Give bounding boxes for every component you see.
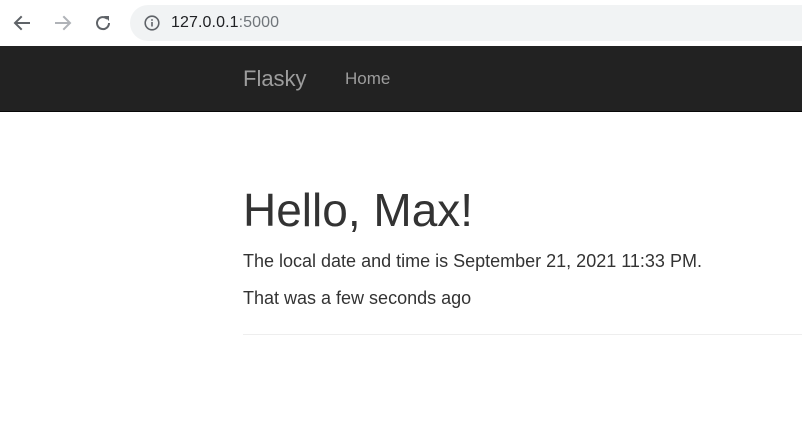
back-button[interactable] bbox=[10, 11, 34, 35]
page-header: Hello, Max! bbox=[243, 184, 802, 236]
info-icon[interactable] bbox=[143, 14, 161, 32]
url-host: 127.0.0.1 bbox=[171, 14, 239, 31]
reload-button[interactable] bbox=[91, 11, 115, 35]
navbar: Flasky Home bbox=[0, 46, 802, 112]
address-bar[interactable]: 127.0.0.1:5000 bbox=[130, 5, 802, 41]
url-port: :5000 bbox=[238, 14, 280, 31]
browser-toolbar: 127.0.0.1:5000 bbox=[0, 0, 802, 46]
page-title: Hello, Max! bbox=[243, 184, 474, 236]
local-datetime-text: The local date and time is September 21,… bbox=[243, 251, 702, 271]
arrow-right-icon bbox=[53, 13, 73, 33]
forward-button[interactable] bbox=[51, 11, 75, 35]
navbar-brand[interactable]: Flasky bbox=[243, 66, 307, 92]
reload-icon bbox=[93, 13, 113, 33]
nav-link-home[interactable]: Home bbox=[345, 69, 390, 89]
divider bbox=[243, 334, 802, 335]
relative-time-text: That was a few seconds ago bbox=[243, 288, 472, 308]
url-text: 127.0.0.1:5000 bbox=[171, 14, 279, 32]
arrow-left-icon bbox=[12, 13, 32, 33]
